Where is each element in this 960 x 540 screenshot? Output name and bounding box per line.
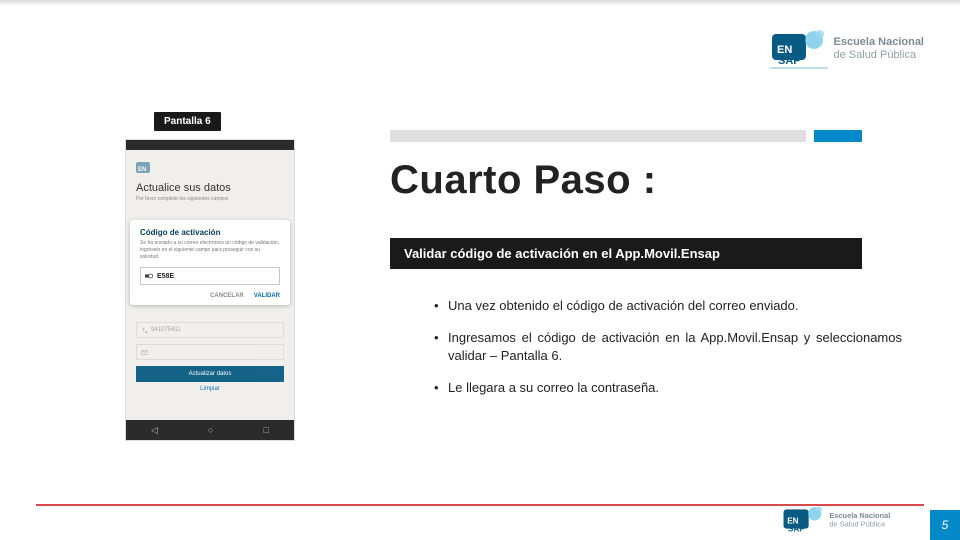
- title-block: Cuarto Paso :: [390, 140, 657, 203]
- activation-modal: Código de activación Se ha enviado a su …: [130, 220, 290, 305]
- home-icon: ○: [208, 425, 213, 435]
- list-item: Una vez obtenido el código de activación…: [430, 297, 902, 315]
- phone-screenshot: Pantalla 6 EN Actualice sus datos Por fa…: [126, 118, 294, 440]
- page-title: Cuarto Paso :: [390, 158, 657, 203]
- top-shadow: [0, 0, 960, 6]
- slide: EN SAP Escuela Nacional de Salud Pública…: [0, 0, 960, 540]
- background-form: 941075411 Actualizar datos Limpiar: [136, 322, 284, 392]
- footer: EN SAP Escuela Nacional de Salud Pública…: [0, 504, 960, 540]
- mail-icon: [141, 349, 148, 356]
- page-number: 5: [930, 510, 960, 540]
- bg-email-field: [136, 344, 284, 360]
- svg-text:SAP: SAP: [778, 55, 801, 67]
- phone-frame: EN Actualice sus datos Por favor complet…: [126, 140, 294, 440]
- brand-text: Escuela Nacional de Salud Pública: [834, 36, 925, 62]
- list-item: Le llegara a su correo la contraseña.: [430, 379, 902, 397]
- footer-brand-text: Escuela Nacional de Salud Pública: [829, 512, 890, 528]
- footer-brand-line2: de Salud Pública: [829, 520, 890, 528]
- phone-screen-title: Actualice sus datos: [136, 182, 284, 194]
- phone-screen-subtitle: Por favor complete los siguientes campos: [136, 196, 284, 202]
- bg-clear-link: Limpiar: [136, 386, 284, 392]
- key-icon: [145, 272, 153, 280]
- bg-phone-field: 941075411: [136, 322, 284, 338]
- footer-logo: EN SAP Escuela Nacional de Salud Pública: [782, 505, 890, 536]
- modal-title: Código de activación: [140, 228, 280, 237]
- phone-caption: Pantalla 6: [154, 112, 221, 131]
- bullet-list: Una vez obtenido el código de activación…: [390, 297, 902, 411]
- footer-brand-line1: Escuela Nacional: [829, 512, 890, 520]
- bg-submit-button: Actualizar datos: [136, 366, 284, 382]
- svg-text:SAP: SAP: [788, 525, 805, 534]
- phone-app-logo: EN: [136, 160, 284, 178]
- cancel-button[interactable]: CANCELAR: [210, 293, 244, 299]
- brand-mark: EN SAP: [770, 28, 828, 70]
- list-item: Ingresamos el código de activación en la…: [430, 329, 902, 365]
- svg-text:EN: EN: [138, 167, 146, 173]
- modal-actions: CANCELAR VALIDAR: [140, 293, 280, 299]
- brand-logo: EN SAP Escuela Nacional de Salud Pública: [770, 28, 925, 70]
- footer-brand-mark: EN SAP: [782, 505, 825, 536]
- subtitle-bar: Validar código de activación en el App.M…: [390, 238, 862, 269]
- android-nav: ◁ ○ □: [126, 420, 294, 440]
- back-icon: ◁: [151, 425, 158, 436]
- phone-body: EN Actualice sus datos Por favor complet…: [126, 150, 294, 396]
- phone-statusbar: [126, 140, 294, 150]
- phone-icon: [141, 327, 148, 334]
- activation-code-value: E58E: [157, 273, 174, 280]
- brand-line1: Escuela Nacional: [834, 36, 925, 49]
- activation-code-input[interactable]: E58E: [140, 267, 280, 285]
- modal-description: Se ha enviado a su correo electrónico un…: [140, 240, 280, 261]
- recent-icon: □: [264, 425, 269, 435]
- brand-line2: de Salud Pública: [834, 49, 925, 62]
- validate-button[interactable]: VALIDAR: [254, 293, 280, 299]
